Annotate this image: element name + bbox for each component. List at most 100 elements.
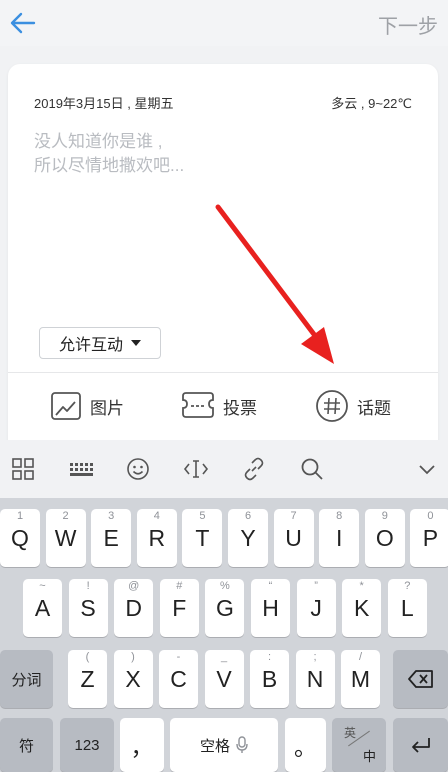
topic-label: 话题 bbox=[357, 398, 391, 418]
next-step-button[interactable]: 下一步 bbox=[378, 10, 438, 39]
hashtag-icon bbox=[316, 390, 348, 422]
number-key[interactable]: 123 bbox=[60, 718, 114, 772]
key-main-label: J bbox=[310, 594, 322, 621]
key-u[interactable]: 7U bbox=[273, 509, 314, 567]
key-t[interactable]: 5T bbox=[182, 509, 223, 567]
segment-key[interactable]: 分词 bbox=[0, 650, 53, 708]
key-y[interactable]: 6Y bbox=[228, 509, 268, 567]
key-o[interactable]: 9O bbox=[364, 509, 405, 567]
key-sub-label: - bbox=[176, 651, 181, 663]
key-p[interactable]: 0P bbox=[410, 509, 448, 567]
key-sub-label: 7 bbox=[290, 510, 297, 522]
key-main-label: A bbox=[34, 594, 51, 621]
keyboard-toolbar bbox=[0, 440, 448, 498]
key-main-label: U bbox=[285, 524, 302, 551]
key-b[interactable]: :B bbox=[250, 650, 289, 708]
key-main-label: F bbox=[172, 594, 187, 621]
key-l[interactable]: ? L bbox=[387, 579, 427, 637]
key-n[interactable]: ; N bbox=[295, 650, 335, 708]
allow-interaction-label: 允许互动 bbox=[58, 337, 123, 354]
key-sub-label: 0 bbox=[427, 510, 434, 522]
key-main-label: N bbox=[306, 665, 324, 692]
post-editor-card: 2019年3月15日 , 星期五 多云 , 9~22℃ 没人知道你是谁 , 所以… bbox=[8, 64, 438, 464]
key-v[interactable]: _ V bbox=[204, 650, 244, 708]
key-sub-label: / bbox=[358, 651, 363, 663]
key-main-label: L bbox=[400, 594, 414, 621]
search-icon[interactable] bbox=[299, 456, 325, 482]
backspace-key[interactable] bbox=[393, 650, 448, 708]
key-k[interactable]: * K bbox=[342, 579, 382, 637]
enter-key[interactable] bbox=[393, 718, 448, 772]
post-text-input[interactable]: 没人知道你是谁 , 所以尽情地撒欢吧... bbox=[34, 130, 184, 178]
key-d[interactable]: @ D bbox=[114, 579, 154, 637]
chevron-down-icon[interactable] bbox=[414, 456, 440, 482]
key-r[interactable]: 4R bbox=[136, 509, 177, 567]
key-m[interactable]: / M bbox=[341, 650, 380, 708]
backspace-icon bbox=[407, 670, 433, 688]
space-key[interactable]: 空格 bbox=[170, 718, 278, 772]
vote-button[interactable]: 投票 bbox=[181, 388, 257, 424]
key-sub-label: 8 bbox=[336, 510, 343, 522]
key-f[interactable]: # F bbox=[159, 579, 199, 637]
key-main-label: E bbox=[103, 524, 119, 551]
date-label: 2019年3月15日 , 星期五 bbox=[34, 96, 174, 111]
key-a[interactable]: ~ A bbox=[23, 579, 62, 637]
key-q[interactable]: 1Q bbox=[0, 509, 40, 567]
apps-grid-icon[interactable] bbox=[10, 456, 36, 482]
key-sub-label: 4 bbox=[153, 510, 160, 522]
key-main-label: S bbox=[80, 594, 96, 621]
key-g[interactable]: % G bbox=[205, 579, 245, 637]
key-c[interactable]: -C bbox=[159, 650, 198, 708]
key-sub-label: 2 bbox=[62, 510, 69, 522]
symbol-key[interactable]: 符 bbox=[0, 718, 53, 772]
placeholder-line-2: 所以尽情地撒欢吧... bbox=[34, 156, 185, 175]
language-switch-key[interactable]: 英 中 bbox=[332, 718, 386, 772]
key-sub-label: 1 bbox=[16, 510, 24, 522]
period-key[interactable]: 。 bbox=[285, 718, 326, 772]
key-sub-label: # bbox=[176, 580, 183, 592]
symbol-key-label: 符 bbox=[18, 737, 34, 755]
key-sub-label: @ bbox=[128, 580, 140, 592]
key-h[interactable]: “H bbox=[251, 579, 290, 637]
key-sub-label: * bbox=[359, 580, 364, 592]
divider bbox=[8, 372, 438, 373]
key-main-label: X bbox=[125, 665, 141, 692]
key-sub-label: 6 bbox=[244, 510, 252, 522]
segment-key-label: 分词 bbox=[11, 671, 42, 689]
key-j[interactable]: ” J bbox=[296, 579, 336, 637]
keyboard-icon[interactable] bbox=[68, 456, 94, 482]
key-x[interactable]: ) X bbox=[113, 650, 153, 708]
key-sub-label: ) bbox=[131, 651, 135, 663]
key-e[interactable]: 3E bbox=[91, 509, 132, 567]
key-s[interactable]: ! S bbox=[68, 579, 108, 637]
key-w[interactable]: 2W bbox=[45, 509, 86, 567]
key-main-label: Q bbox=[11, 524, 29, 551]
key-sub-label: ; bbox=[313, 651, 317, 663]
vote-label: 投票 bbox=[223, 398, 257, 418]
allow-interaction-dropdown[interactable]: 允许互动 bbox=[39, 327, 161, 359]
back-arrow-icon[interactable] bbox=[8, 8, 38, 38]
key-sub-label: ~ bbox=[39, 580, 46, 592]
placeholder-line-1: 没人知道你是谁 , bbox=[34, 132, 163, 151]
link-icon[interactable] bbox=[241, 456, 267, 482]
space-key-label: 空格 bbox=[199, 737, 230, 755]
key-z[interactable]: (Z bbox=[68, 650, 107, 708]
comma-key[interactable]: ， bbox=[120, 718, 164, 772]
key-main-label: M bbox=[350, 665, 371, 692]
topic-button[interactable]: 话题 bbox=[315, 388, 391, 424]
period-key-label: 。 bbox=[294, 734, 317, 760]
weather-label: 多云 , 9~22℃ bbox=[331, 96, 412, 111]
image-icon bbox=[51, 392, 81, 420]
number-key-label: 123 bbox=[74, 736, 100, 754]
cursor-move-icon[interactable] bbox=[183, 456, 209, 482]
key-i[interactable]: 8I bbox=[319, 509, 360, 567]
enter-icon bbox=[411, 738, 430, 753]
key-main-label: I bbox=[335, 524, 343, 551]
key-main-label: C bbox=[170, 665, 187, 692]
image-label: 图片 bbox=[90, 398, 124, 418]
emoji-icon[interactable] bbox=[125, 456, 151, 482]
key-sub-label: _ bbox=[220, 651, 228, 663]
image-button[interactable]: 图片 bbox=[50, 388, 124, 424]
key-main-label: B bbox=[261, 665, 278, 692]
vote-icon bbox=[182, 392, 214, 418]
